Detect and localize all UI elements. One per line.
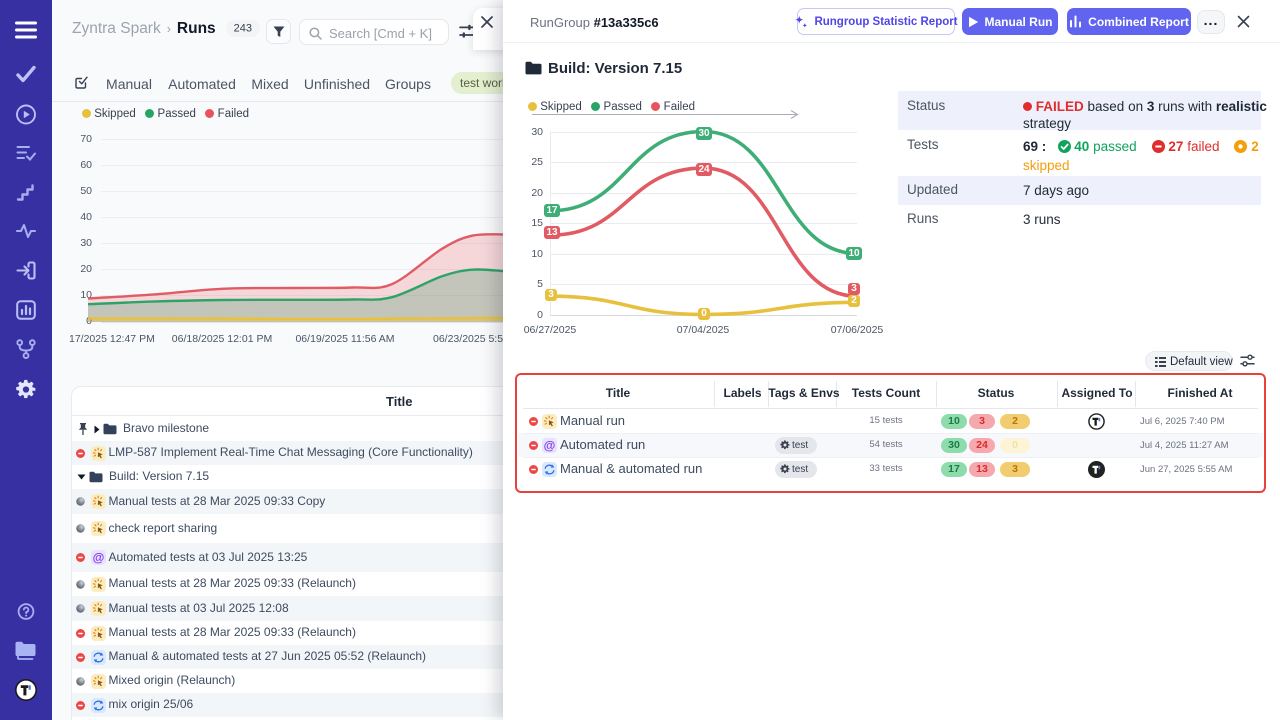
svg-text:@: @	[544, 438, 556, 452]
svg-text:@: @	[93, 551, 105, 565]
